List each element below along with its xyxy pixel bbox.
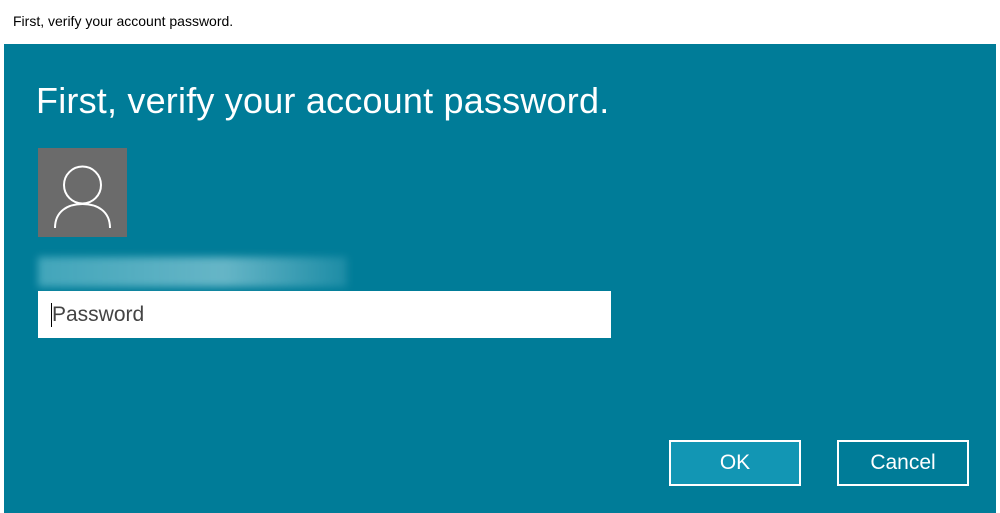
user-icon — [38, 148, 127, 237]
password-input[interactable] — [38, 291, 611, 338]
dialog-window: First, verify your account password. Fir… — [0, 0, 1000, 513]
account-name — [38, 257, 347, 287]
dialog-heading: First, verify your account password. — [36, 80, 610, 121]
ok-button[interactable]: OK — [669, 440, 801, 486]
window-title: First, verify your account password. — [13, 13, 234, 29]
dialog-content: First, verify your account password. OK … — [4, 44, 996, 513]
avatar-background — [38, 148, 127, 237]
cancel-button[interactable]: Cancel — [837, 440, 969, 486]
title-bar[interactable]: First, verify your account password. — [0, 0, 1000, 44]
text-caret — [51, 303, 52, 327]
